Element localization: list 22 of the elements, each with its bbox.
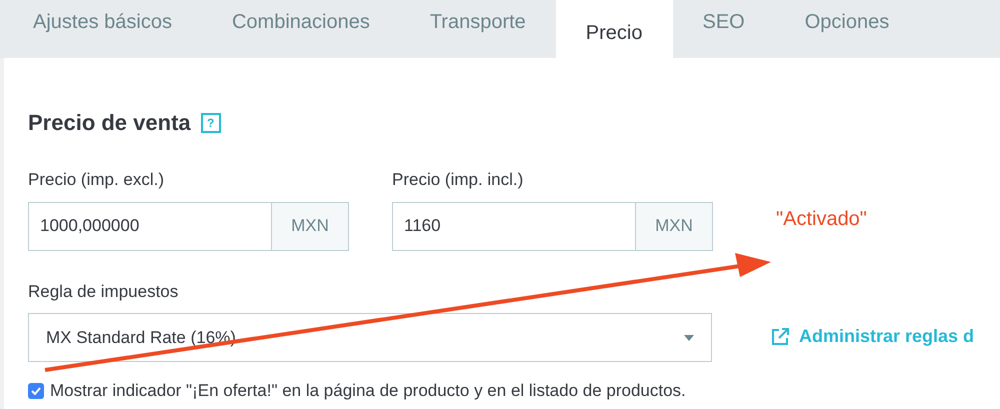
help-icon[interactable]: ? (200, 112, 221, 132)
field-label: Regla de impuestos (28, 280, 180, 302)
field-label: Precio (imp. incl.) (392, 169, 524, 191)
tab[interactable]: Precio (556, 0, 672, 58)
checkbox-label: Mostrar indicador "¡En oferta!" en la página de producto y en el listado de productos. (50, 380, 686, 402)
external-link-icon (770, 326, 790, 346)
tab[interactable]: Ajustes básicos (3, 0, 202, 58)
check-icon (31, 386, 41, 395)
tab[interactable]: Transporte (400, 0, 556, 58)
price-input[interactable]: 1160 MXN (392, 202, 713, 250)
checkbox[interactable] (28, 382, 44, 399)
annotation-text: "Activado" (776, 207, 867, 232)
field-label: Precio (imp. excl.) (28, 169, 166, 191)
price-input[interactable]: 1000,000000 MXN (28, 202, 349, 250)
tab[interactable]: Opciones (774, 0, 920, 58)
currency-addon: MXN (271, 202, 348, 250)
manage-tax-rules-link[interactable]: Administrar reglas d (770, 323, 974, 350)
currency-addon: MXN (635, 202, 712, 250)
caret-icon (684, 334, 694, 340)
section-title: Precio de venta (28, 109, 191, 137)
tab[interactable]: Combinaciones (202, 0, 400, 58)
tab[interactable]: SEO (672, 0, 775, 58)
